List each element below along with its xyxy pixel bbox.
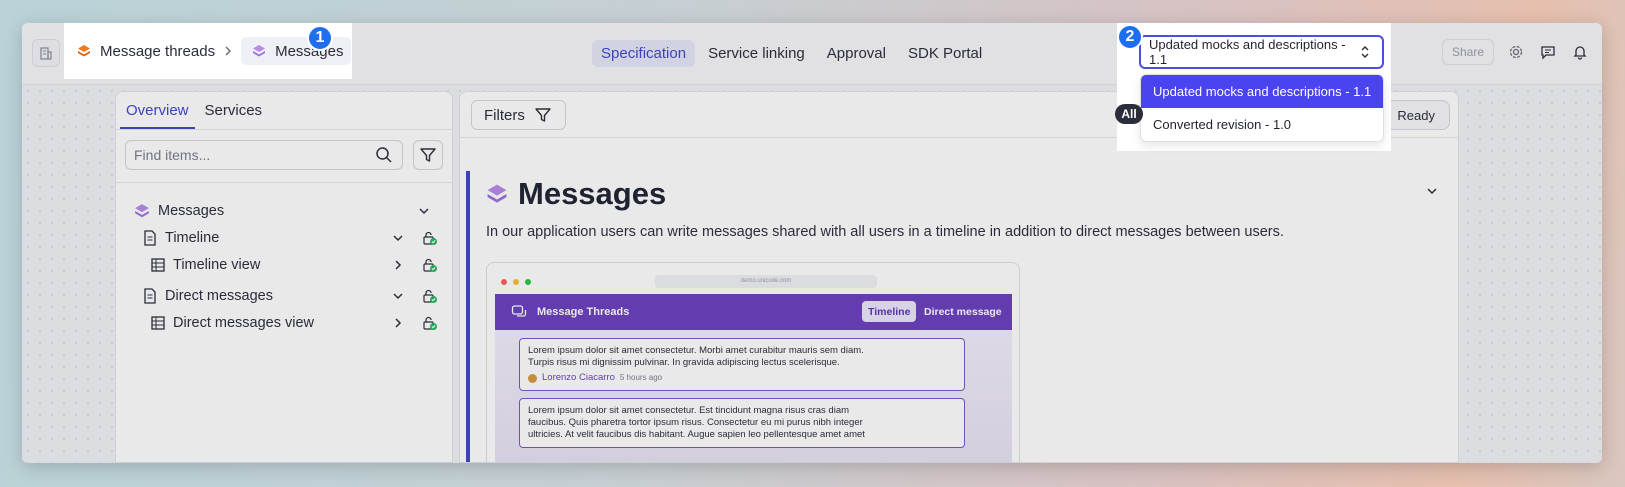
section-accent-bar [466,171,470,462]
mock-card-meta: Lorenzo Ciacarro 5 hours ago [528,372,956,384]
tree-item-label: Direct messages [165,287,273,304]
document-icon [143,229,157,246]
item-tree: Messages Timeline Timeline view Direct m… [116,194,452,336]
tab-sdk-portal[interactable]: SDK Portal [899,40,991,67]
close-dot-icon [501,279,507,285]
mock-tab-timeline: Timeline [862,301,917,322]
filter-icon [418,145,438,165]
revision-option-1-1[interactable]: Updated mocks and descriptions - 1.1 [1141,75,1383,108]
mock-body: Lorem ipsum dolor sit amet consectetur. … [495,330,1012,462]
sidebar-toggle-button[interactable] [32,39,60,67]
lock-check-icon [422,288,438,304]
filters-button[interactable]: Filters [471,100,566,130]
breadcrumb-item-messages[interactable]: Messages [241,37,352,65]
chevron-down-icon[interactable] [392,290,404,302]
tab-overview[interactable]: Overview [120,102,195,129]
filters-label: Filters [484,106,525,124]
breadcrumb-item-message-threads[interactable]: Message threads [74,41,215,61]
layers-icon [486,183,508,205]
mock-card-text: Lorem ipsum dolor sit amet consectetur. … [528,345,864,356]
sidebar-panel: Overview Services Messages [115,91,453,463]
mock-author: Lorenzo Ciacarro [542,372,615,383]
tree-item-direct-messages[interactable]: Direct messages [116,282,452,309]
header-actions: Share [1441,39,1590,65]
layers-icon [249,41,269,61]
avatar [528,373,537,383]
search-input[interactable] [134,147,354,163]
breadcrumb-root-label: Message threads [100,42,216,60]
divider [116,182,452,183]
revision-selected-label: Updated mocks and descriptions - 1.1 [1149,37,1346,67]
mock-card-text: Turpis risus mi dignissim pulvinar. In g… [528,357,840,368]
chevron-down-icon[interactable] [392,232,404,244]
mock-card-text: ultricies. At velit faucibus dis habitan… [528,429,865,440]
tab-specification[interactable]: Specification [592,40,696,67]
filter-icon [533,105,553,125]
chevron-right-icon [223,43,233,59]
document-icon [143,287,157,304]
chevron-updown-icon [1355,42,1374,62]
maximize-dot-icon [525,279,531,285]
all-filter-pill[interactable]: All [1115,104,1143,124]
table-icon [151,257,165,272]
chat-bubbles-icon [509,302,529,322]
tree-item-direct-messages-view[interactable]: Direct messages view [116,309,452,336]
step-badge-2: 2 [1117,24,1143,50]
share-button[interactable]: Share [1441,39,1494,65]
bell-icon[interactable] [1570,42,1590,62]
mock-url-bar: demo.unicode.com [655,275,877,288]
app-window: Message threads Messages 1 Specification… [22,23,1602,463]
filter-button[interactable] [413,140,443,170]
tab-service-linking[interactable]: Service linking [699,40,814,67]
mock-card-text: Lorem ipsum dolor sit amet consectetur. … [528,405,850,416]
tab-services[interactable]: Services [199,102,269,129]
tree-item-timeline-view[interactable]: Timeline view [116,251,452,278]
tree-item-timeline[interactable]: Timeline [116,224,452,251]
revision-option-1-0[interactable]: Converted revision - 1.0 [1141,108,1383,141]
comment-icon[interactable] [1538,42,1558,62]
section-description: In our application users can write messa… [486,224,1284,240]
step-badge-1: 1 [307,25,333,51]
tree-item-label: Messages [158,202,225,219]
building-icon [36,43,56,63]
lock-check-icon [422,257,438,273]
sidebar-tabs: Overview Services [116,92,452,130]
mock-browser-chrome: demo.unicode.com [495,271,1012,293]
search-field [125,140,403,170]
page-title: Messages [518,176,667,211]
chevron-down-icon[interactable] [1426,184,1438,202]
chevron-down-icon[interactable] [418,205,430,217]
mock-message-card: Lorem ipsum dolor sit amet consectetur. … [519,398,965,448]
gear-icon[interactable] [1506,42,1526,62]
tree-item-label: Timeline [165,229,220,246]
mock-tab-direct-message: Direct message [924,306,1002,318]
nav-tabs: Specification Service linking Approval S… [592,40,991,67]
mock-app-title: Message Threads [537,306,630,318]
stack-orange-icon [74,41,94,61]
lock-check-icon [422,315,438,331]
revision-dropdown-menu: Updated mocks and descriptions - 1.1 Con… [1140,74,1384,142]
minimize-dot-icon [513,279,519,285]
lock-check-icon [422,230,438,246]
mock-message-card: Lorem ipsum dolor sit amet consectetur. … [519,338,965,391]
tree-item-label: Timeline view [173,256,261,273]
mock-card-text: faucibus. Quis pharetra tortor ipsum ris… [528,417,863,428]
section-header: Messages [486,176,666,212]
chevron-right-icon[interactable] [392,317,404,329]
tree-item-messages[interactable]: Messages [116,197,452,224]
table-icon [151,315,165,330]
chevron-right-icon[interactable] [392,259,404,271]
mock-preview: demo.unicode.com Message Threads Timelin… [486,262,1020,462]
tab-approval[interactable]: Approval [818,40,895,67]
layers-icon [134,203,150,219]
mock-timestamp: 5 hours ago [619,373,663,382]
tree-item-label: Direct messages view [173,314,315,331]
search-icon[interactable] [374,145,394,165]
sidebar-search-row [125,140,443,170]
ready-button[interactable]: Ready [1382,100,1450,130]
mock-app-header: Message Threads Timeline Direct message [495,294,1012,330]
revision-popover: Updated mocks and descriptions - 1.1 Upd… [1117,23,1391,151]
revision-select[interactable]: Updated mocks and descriptions - 1.1 [1139,35,1384,69]
